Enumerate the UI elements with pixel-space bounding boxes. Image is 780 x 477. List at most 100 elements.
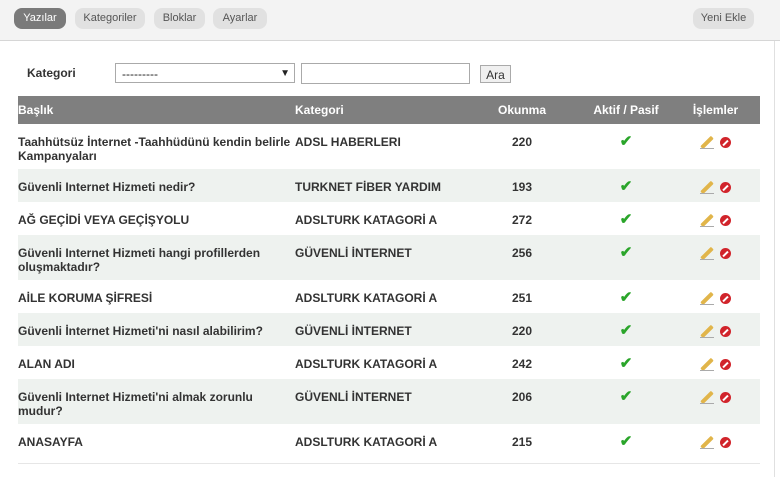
row-title[interactable]: ALAN ADI: [18, 346, 295, 379]
delete-icon[interactable]: [720, 182, 731, 194]
tab-settings[interactable]: Ayarlar: [213, 8, 267, 29]
top-nav-bar: Yazılar Kategoriler Bloklar Ayarlar Yeni…: [0, 0, 780, 41]
table-bottom-divider: [18, 463, 760, 464]
search-input[interactable]: [301, 63, 470, 84]
row-category: ADSLTURK KATAGORİ A: [295, 213, 438, 227]
row-reads: 251: [511, 291, 533, 305]
row-reads: 206: [511, 390, 533, 404]
row-category: ADSLTURK KATAGORİ A: [295, 291, 438, 305]
search-button[interactable]: Ara: [480, 65, 511, 83]
check-icon[interactable]: ✔: [620, 389, 633, 404]
tab-posts[interactable]: Yazılar: [14, 8, 66, 29]
table-row: Güvenli Internet Hizmeti nedir? TURKNET …: [18, 169, 760, 202]
row-actions: [671, 313, 760, 346]
category-select-value: ---------: [122, 67, 158, 81]
pencil-icon[interactable]: [700, 291, 714, 306]
table-row: Taahhütsüz İnternet -Taahhüdünü kendin b…: [18, 124, 760, 169]
pencil-icon[interactable]: [700, 435, 714, 450]
table-row: Güvenli Internet Hizmeti'ni almak zorunl…: [18, 379, 760, 424]
delete-icon[interactable]: [720, 359, 731, 371]
delete-icon[interactable]: [720, 437, 731, 449]
delete-icon[interactable]: [720, 137, 731, 149]
add-new-button[interactable]: Yeni Ekle: [693, 8, 754, 29]
check-icon[interactable]: ✔: [620, 434, 633, 449]
row-reads: 220: [511, 324, 533, 338]
delete-icon[interactable]: [720, 326, 731, 338]
table-row: AĞ GEÇİDİ VEYA GEÇİŞYOLU ADSLTURK KATAGO…: [18, 202, 760, 235]
pencil-icon[interactable]: [700, 213, 714, 228]
row-category: ADSLTURK KATAGORİ A: [295, 435, 438, 449]
delete-icon[interactable]: [720, 293, 731, 305]
row-actions: [671, 346, 760, 379]
col-header-title[interactable]: Başlık: [18, 96, 295, 124]
col-header-category[interactable]: Kategori: [295, 96, 463, 124]
chevron-down-icon: ▼: [280, 68, 290, 79]
row-category: ADSLTURK KATAGORİ A: [295, 357, 438, 371]
row-active[interactable]: ✔: [581, 169, 671, 202]
pencil-icon[interactable]: [700, 324, 714, 339]
check-icon[interactable]: ✔: [620, 290, 633, 305]
tab-blocks[interactable]: Bloklar: [154, 8, 205, 29]
row-category: TURKNET FİBER YARDIM: [295, 180, 442, 194]
col-header-actions: İşlemler: [671, 96, 760, 124]
row-title[interactable]: Güvenli Internet Hizmeti hangi profiller…: [18, 235, 295, 280]
table-row: Güvenli Internet Hizmeti hangi profiller…: [18, 235, 760, 280]
row-actions: [671, 424, 760, 457]
category-select[interactable]: --------- ▼: [115, 63, 295, 83]
delete-icon[interactable]: [720, 248, 731, 260]
check-icon[interactable]: ✔: [620, 356, 633, 371]
row-category: GÜVENLİ İNTERNET: [295, 246, 412, 260]
row-active[interactable]: ✔: [581, 280, 671, 313]
row-category: ADSL HABERLERI: [295, 135, 401, 149]
pencil-icon[interactable]: [700, 246, 714, 261]
table-row: ALAN ADI ADSLTURK KATAGORİ A 242 ✔: [18, 346, 760, 379]
check-icon[interactable]: ✔: [620, 134, 633, 149]
table-header-row: Başlık Kategori Okunma Aktif / Pasif İşl…: [18, 96, 760, 124]
row-title[interactable]: Taahhütsüz İnternet -Taahhüdünü kendin b…: [18, 124, 295, 169]
row-active[interactable]: ✔: [581, 235, 671, 280]
col-header-active[interactable]: Aktif / Pasif: [581, 96, 671, 124]
delete-icon[interactable]: [720, 215, 731, 227]
col-header-reads[interactable]: Okunma: [463, 96, 581, 124]
row-title[interactable]: Güvenli Internet Hizmeti'ni almak zorunl…: [18, 379, 295, 424]
row-active[interactable]: ✔: [581, 313, 671, 346]
row-reads: 242: [511, 357, 533, 371]
row-active[interactable]: ✔: [581, 346, 671, 379]
table-row: AİLE KORUMA ŞİFRESİ ADSLTURK KATAGORİ A …: [18, 280, 760, 313]
row-actions: [671, 280, 760, 313]
pencil-icon[interactable]: [700, 390, 714, 405]
posts-table: Başlık Kategori Okunma Aktif / Pasif İşl…: [18, 96, 760, 457]
row-active[interactable]: ✔: [581, 124, 671, 169]
tab-categories[interactable]: Kategoriler: [75, 8, 145, 29]
check-icon[interactable]: ✔: [620, 179, 633, 194]
row-title[interactable]: ANASAYFA: [18, 424, 295, 457]
pencil-icon[interactable]: [700, 357, 714, 372]
row-actions: [671, 379, 760, 424]
row-title[interactable]: Güvenli Internet Hizmeti nedir?: [18, 169, 295, 202]
pencil-icon[interactable]: [700, 135, 714, 150]
table-row: ANASAYFA ADSLTURK KATAGORİ A 215 ✔: [18, 424, 760, 457]
row-active[interactable]: ✔: [581, 379, 671, 424]
pencil-icon[interactable]: [700, 180, 714, 195]
row-active[interactable]: ✔: [581, 424, 671, 457]
check-icon[interactable]: ✔: [620, 323, 633, 338]
row-title[interactable]: AĞ GEÇİDİ VEYA GEÇİŞYOLU: [18, 202, 295, 235]
row-reads: 215: [511, 435, 533, 449]
row-title[interactable]: Güvenli İnternet Hizmeti'ni nasıl alabil…: [18, 313, 295, 346]
row-category: GÜVENLİ İNTERNET: [295, 390, 412, 404]
table-row: Güvenli İnternet Hizmeti'ni nasıl alabil…: [18, 313, 760, 346]
row-actions: [671, 235, 760, 280]
row-reads: 256: [511, 246, 533, 260]
category-filter-label: Kategori: [27, 66, 76, 80]
row-title[interactable]: AİLE KORUMA ŞİFRESİ: [18, 280, 295, 313]
row-reads: 272: [511, 213, 533, 227]
check-icon[interactable]: ✔: [620, 245, 633, 260]
check-icon[interactable]: ✔: [620, 212, 633, 227]
row-actions: [671, 169, 760, 202]
row-reads: 220: [511, 135, 533, 149]
row-reads: 193: [511, 180, 533, 194]
row-actions: [671, 124, 760, 169]
row-active[interactable]: ✔: [581, 202, 671, 235]
row-actions: [671, 202, 760, 235]
delete-icon[interactable]: [720, 392, 731, 404]
